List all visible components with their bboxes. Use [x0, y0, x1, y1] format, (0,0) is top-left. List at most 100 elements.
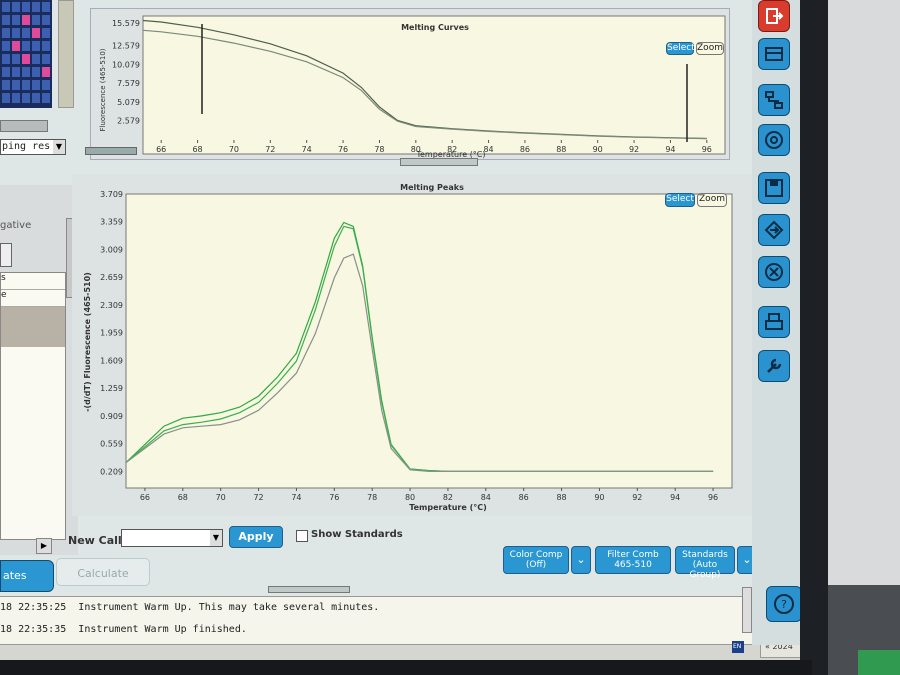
- list-row-selected[interactable]: [1, 307, 65, 347]
- sample-well[interactable]: [42, 80, 50, 90]
- sample-grid[interactable]: [0, 0, 52, 108]
- sample-well[interactable]: [32, 54, 40, 64]
- export-button[interactable]: [758, 214, 790, 246]
- sample-well[interactable]: [32, 93, 40, 103]
- bottom-splitter-handle[interactable]: [268, 586, 350, 593]
- standards-value: (Auto Group): [689, 560, 721, 580]
- melting-curves-y-label: Fluorescence (465-510): [99, 48, 107, 131]
- sample-well[interactable]: [42, 93, 50, 103]
- sample-well[interactable]: [12, 2, 20, 12]
- sample-well[interactable]: [22, 80, 30, 90]
- apply-button[interactable]: Apply: [229, 526, 283, 548]
- sample-well[interactable]: [22, 15, 30, 25]
- sample-well[interactable]: [2, 93, 10, 103]
- sample-well[interactable]: [32, 2, 40, 12]
- sample-well[interactable]: [2, 41, 10, 51]
- curves-select-button[interactable]: Select: [666, 42, 695, 55]
- sample-well[interactable]: [32, 28, 40, 38]
- y-tick-label: 3.009: [100, 245, 123, 254]
- left-list[interactable]: s e: [0, 272, 66, 540]
- x-tick-label: 66: [140, 493, 150, 502]
- exit-button[interactable]: [758, 0, 790, 32]
- filter-comb-button[interactable]: Filter Comb 465-510: [595, 546, 671, 574]
- x-tick-label: 78: [374, 145, 384, 154]
- curves-zoom-button[interactable]: Zoom: [696, 42, 724, 55]
- cancel-button[interactable]: [758, 256, 790, 288]
- calculate-label: Calculate: [77, 567, 129, 580]
- tools-button[interactable]: [758, 350, 790, 382]
- sample-well[interactable]: [12, 41, 20, 51]
- list-row-text: s: [1, 273, 6, 283]
- log-scrollbar[interactable]: [742, 587, 752, 633]
- sample-well[interactable]: [42, 28, 50, 38]
- sample-well[interactable]: [12, 93, 20, 103]
- list-row[interactable]: e: [1, 290, 65, 307]
- x-tick-label: 88: [556, 493, 566, 502]
- save-button[interactable]: [758, 172, 790, 204]
- sample-well[interactable]: [22, 93, 30, 103]
- sample-well[interactable]: [42, 67, 50, 77]
- sample-well[interactable]: [2, 67, 10, 77]
- x-tick-label: 84: [483, 145, 493, 154]
- x-tick-label: 90: [594, 493, 604, 502]
- sample-well[interactable]: [2, 28, 10, 38]
- standards-button[interactable]: Standards (Auto Group): [675, 546, 735, 580]
- grid-scrollbar[interactable]: [58, 0, 74, 108]
- calculate-button[interactable]: Calculate: [56, 558, 150, 586]
- new-call-dropdown[interactable]: ▼: [121, 529, 223, 547]
- list-row-text: e: [1, 290, 7, 300]
- peaks-select-button[interactable]: Select: [665, 193, 695, 207]
- scroll-right-arrow[interactable]: ▶: [36, 538, 52, 554]
- log-message: Instrument Warm Up. This may take severa…: [78, 602, 380, 613]
- sample-well[interactable]: [32, 15, 40, 25]
- sample-well[interactable]: [2, 2, 10, 12]
- sample-well[interactable]: [22, 54, 30, 64]
- network-button[interactable]: [758, 84, 790, 116]
- sample-well[interactable]: [32, 67, 40, 77]
- sample-well[interactable]: [22, 67, 30, 77]
- sample-well[interactable]: [32, 80, 40, 90]
- sample-well[interactable]: [2, 15, 10, 25]
- sample-well[interactable]: [12, 54, 20, 64]
- y-tick-label: 1.959: [100, 329, 123, 338]
- sample-well[interactable]: [32, 41, 40, 51]
- left-small-button[interactable]: [0, 243, 12, 267]
- sample-well[interactable]: [2, 54, 10, 64]
- peaks-zoom-button[interactable]: Zoom: [697, 193, 727, 207]
- sample-well[interactable]: [12, 15, 20, 25]
- language-indicator[interactable]: EN: [732, 641, 744, 653]
- y-tick-label: 0.209: [100, 467, 123, 476]
- sample-well[interactable]: [12, 80, 20, 90]
- curves-horizontal-scrollbar[interactable]: [400, 158, 478, 166]
- analysis-button[interactable]: [758, 124, 790, 156]
- sample-well[interactable]: [12, 67, 20, 77]
- x-tick-label: 96: [708, 493, 718, 502]
- sample-well[interactable]: [22, 41, 30, 51]
- result-dropdown[interactable]: ping res ▼: [0, 139, 66, 155]
- print-button[interactable]: [758, 306, 790, 338]
- sample-well[interactable]: [42, 2, 50, 12]
- sample-well[interactable]: [22, 2, 30, 12]
- curves-splitter-handle[interactable]: [85, 147, 137, 155]
- sample-well[interactable]: [12, 28, 20, 38]
- sample-well[interactable]: [2, 80, 10, 90]
- color-comp-button[interactable]: Color Comp (Off): [503, 546, 569, 574]
- language-text: EN: [733, 643, 742, 650]
- show-standards-checkbox[interactable]: [296, 530, 308, 542]
- tab-templates[interactable]: ates: [0, 560, 54, 592]
- instrument-button[interactable]: [758, 38, 790, 70]
- melting-peaks-chart[interactable]: Melting Peaks -(d/dT) Fluorescence (465-…: [76, 176, 746, 514]
- sample-well[interactable]: [42, 41, 50, 51]
- sample-well[interactable]: [22, 28, 30, 38]
- melting-peaks-y-label: -(d/dT) Fluorescence (465-510): [83, 272, 92, 412]
- log-time: 22:35:35: [18, 624, 67, 635]
- sample-well[interactable]: [42, 15, 50, 25]
- melting-curves-chart[interactable]: Melting Curves Fluorescence (465-510) Te…: [95, 10, 735, 160]
- color-comp-dropdown[interactable]: ⌄: [571, 546, 591, 574]
- left-slider[interactable]: [0, 120, 48, 132]
- list-row[interactable]: s: [1, 273, 65, 290]
- x-tick-label: 88: [556, 145, 566, 154]
- sample-well[interactable]: [42, 54, 50, 64]
- message-log[interactable]: 18 22:35:25 Instrument Warm Up. This may…: [0, 596, 755, 645]
- help-button[interactable]: ?: [766, 586, 802, 622]
